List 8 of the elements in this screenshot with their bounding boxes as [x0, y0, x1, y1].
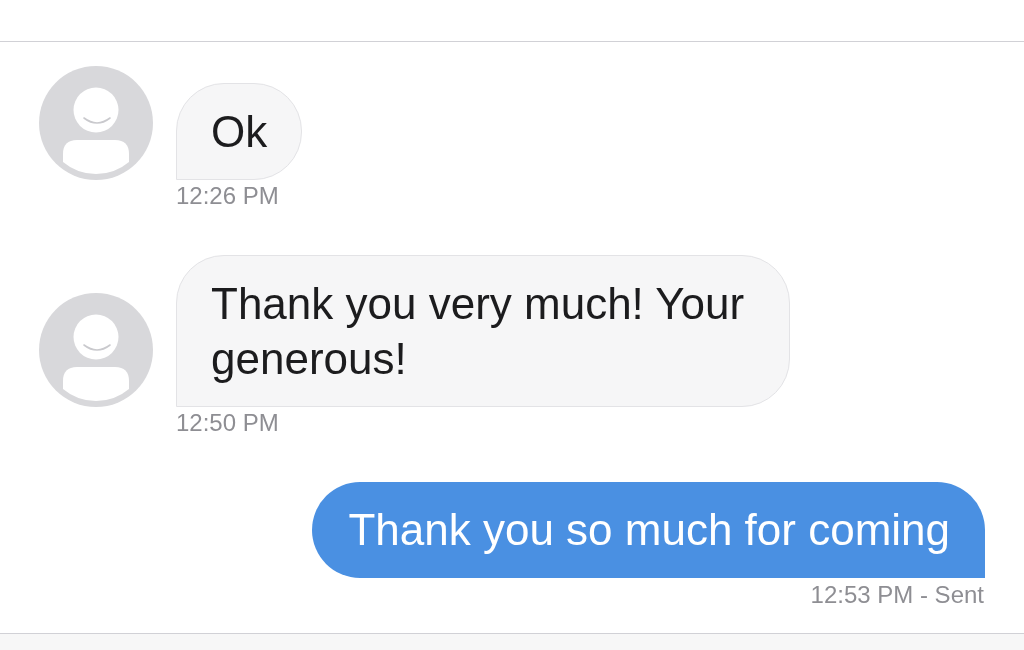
message-bubble: Thank you very much! Your generous! [176, 255, 790, 407]
avatar-icon [39, 293, 153, 407]
timestamp: 12:50 PM [176, 409, 279, 437]
timestamp: 12:53 PM - Sent [810, 581, 984, 609]
timestamp: 12:26 PM [176, 182, 279, 210]
message-bubble: Ok [176, 83, 303, 180]
avatar-icon [39, 66, 153, 180]
message-bubble: Thank you so much for coming [312, 482, 985, 578]
